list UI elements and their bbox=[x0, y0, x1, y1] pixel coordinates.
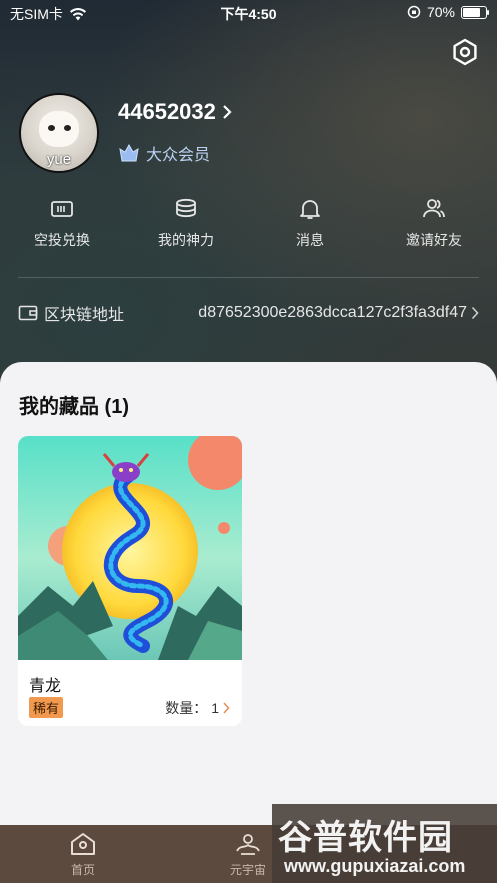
avatar[interactable]: yue bbox=[19, 93, 99, 173]
user-id: 44652032 bbox=[118, 99, 216, 124]
divider bbox=[18, 277, 479, 278]
wallet-icon bbox=[18, 305, 38, 321]
bell-icon bbox=[300, 200, 320, 219]
tab-home[interactable]: 首页 bbox=[33, 831, 133, 878]
avatar-eye bbox=[48, 125, 55, 131]
watermark: 谷普软件园 www.gupuxiazai.com bbox=[272, 804, 497, 883]
collectible-name: 青龙 bbox=[29, 678, 62, 695]
user-id-link[interactable]: 44652032 bbox=[118, 99, 232, 125]
watermark-url: www.gupuxiazai.com bbox=[284, 856, 466, 876]
quick-action-messages[interactable]: 消息 bbox=[260, 198, 360, 250]
quick-actions: 空投兑换 我的神力 消息 邀请好友 bbox=[0, 198, 497, 260]
quick-action-invite[interactable]: 邀请好友 bbox=[384, 198, 484, 250]
tab-label: 首页 bbox=[70, 863, 95, 877]
avatar-name: yue bbox=[46, 151, 72, 168]
crystal-crown-icon bbox=[119, 143, 139, 162]
tab-label: 元宇宙 bbox=[229, 863, 266, 877]
coins-icon bbox=[176, 198, 196, 218]
collection-card[interactable]: 青龙 稀有 数量： 1 bbox=[18, 436, 242, 726]
quick-action-airdrop[interactable]: 空投兑换 bbox=[12, 198, 112, 250]
rarity-badge: 稀有 bbox=[29, 697, 64, 718]
orientation-lock-icon bbox=[407, 5, 421, 19]
quick-action-label: 我的神力 bbox=[158, 232, 214, 248]
collection-sheet: 我的藏品 (1) 青龙 稀有 数量： 1 bbox=[0, 362, 497, 825]
quantity-label: 数量： bbox=[165, 700, 208, 716]
azure-dragon-artwork bbox=[18, 436, 242, 660]
metaverse-icon bbox=[236, 834, 260, 855]
battery-icon bbox=[461, 5, 489, 19]
home-icon bbox=[71, 833, 95, 855]
quick-action-divine-power[interactable]: 我的神力 bbox=[136, 198, 236, 250]
settings-hexagon-icon[interactable] bbox=[451, 38, 479, 66]
blockchain-address-label: 区块链地址 bbox=[44, 307, 125, 324]
quick-action-label: 邀请好友 bbox=[406, 232, 462, 248]
collection-title: 我的藏品 (1) bbox=[19, 396, 129, 418]
avatar-cat-face bbox=[39, 111, 79, 147]
chevron-right-icon bbox=[471, 306, 479, 320]
chevron-right-icon bbox=[223, 702, 230, 714]
quick-action-label: 消息 bbox=[296, 232, 324, 248]
quick-action-label: 空投兑换 bbox=[34, 232, 90, 248]
quantity: 数量： 1 bbox=[165, 698, 230, 718]
status-bar: 无SIM卡 下午4:50 70% bbox=[0, 0, 497, 26]
battery-percent: 70% bbox=[426, 4, 455, 20]
member-badge[interactable]: 大众会员 bbox=[118, 141, 210, 165]
blockchain-address-value: d87652300e2863dcca127c2f3fa3df47 bbox=[198, 304, 467, 321]
avatar-eye bbox=[64, 125, 71, 131]
ticket-icon bbox=[51, 201, 73, 217]
chevron-right-icon bbox=[223, 105, 232, 119]
watermark-title: 谷普软件园 bbox=[278, 819, 453, 857]
blockchain-address-row[interactable]: 区块链地址 d87652300e2863dcca127c2f3fa3df47 bbox=[18, 301, 479, 325]
quantity-value: 1 bbox=[211, 700, 219, 716]
users-icon bbox=[423, 199, 445, 218]
member-level: 大众会员 bbox=[146, 147, 211, 164]
